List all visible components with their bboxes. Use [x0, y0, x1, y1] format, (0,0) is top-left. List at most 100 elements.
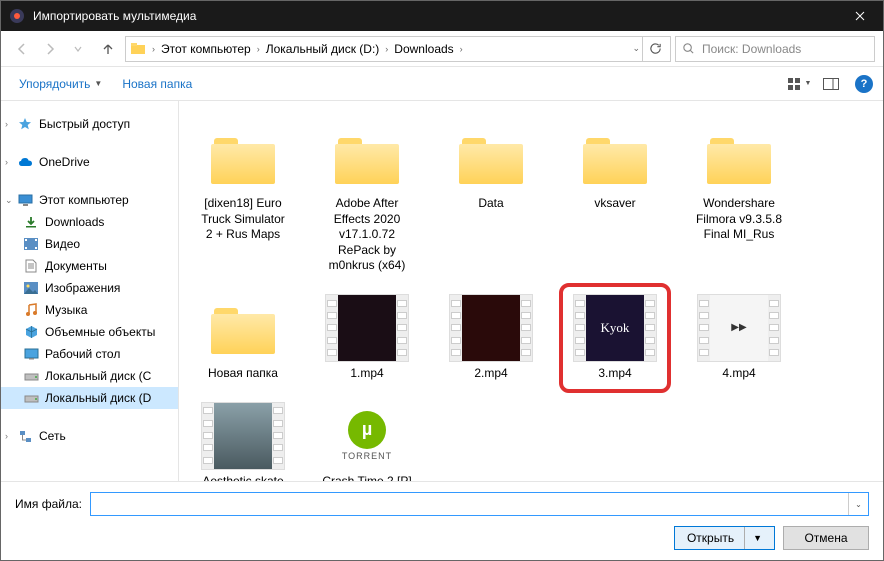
nav-documents[interactable]: Документы — [1, 255, 178, 277]
chevron-down-icon: ▼ — [94, 79, 102, 88]
video-thumbnail — [201, 402, 285, 470]
nav-videos[interactable]: Видео — [1, 233, 178, 255]
video-thumbnail: ▶▶ — [697, 294, 781, 362]
main-area: › Быстрый доступ › OneDrive ⌄ Этот компь… — [1, 101, 883, 481]
drive-icon — [23, 368, 39, 384]
chevron-right-icon[interactable]: › — [5, 157, 8, 167]
nav-label: Локальный диск (C — [45, 369, 151, 383]
video-thumbnail: Kyok — [573, 294, 657, 362]
download-icon — [23, 214, 39, 230]
organize-label: Упорядочить — [19, 77, 90, 91]
nav-label: Сеть — [39, 429, 66, 443]
video-thumbnail — [325, 294, 409, 362]
preview-pane-button[interactable] — [817, 72, 845, 96]
nav-label: Этот компьютер — [39, 193, 129, 207]
cloud-icon — [17, 154, 33, 170]
back-button[interactable] — [9, 36, 35, 62]
titlebar: Импортировать мультимедиа — [1, 1, 883, 31]
chevron-right-icon[interactable]: › — [5, 431, 8, 441]
file-item[interactable]: Wondershare Filmora v9.3.5.8 Final MI_Ru… — [689, 119, 789, 279]
navigation-pane: › Быстрый доступ › OneDrive ⌄ Этот компь… — [1, 101, 179, 481]
file-label: 4.mp4 — [722, 366, 755, 382]
bottom-panel: Имя файла: ⌄ Открыть ▼ Отмена — [1, 481, 883, 560]
nav-quick-access[interactable]: › Быстрый доступ — [1, 113, 178, 135]
file-item[interactable]: 1.mp4 — [317, 289, 417, 387]
folder-icon — [459, 132, 523, 184]
chevron-right-icon[interactable]: › — [5, 119, 8, 129]
file-list[interactable]: [dixen18] Euro Truck Simulator 2 + Rus M… — [179, 101, 883, 481]
crumb-label: Downloads — [394, 42, 453, 56]
nav-music[interactable]: Музыка — [1, 299, 178, 321]
filename-input[interactable] — [91, 493, 848, 515]
file-item[interactable]: ▶▶ 4.mp4 — [689, 289, 789, 387]
nav-network[interactable]: › Сеть — [1, 425, 178, 447]
folder-icon — [211, 302, 275, 354]
toolbar: Упорядочить ▼ Новая папка ▼ ? — [1, 67, 883, 101]
nav-onedrive[interactable]: › OneDrive — [1, 151, 178, 173]
crumb-drive[interactable]: Локальный диск (D:) — [262, 37, 384, 61]
recent-dropdown[interactable] — [65, 36, 91, 62]
file-item[interactable]: Kyok 3.mp4 — [565, 289, 665, 387]
chevron-down-icon[interactable]: ⌄ — [630, 43, 642, 54]
cancel-button[interactable]: Отмена — [783, 526, 869, 550]
drive-icon — [23, 390, 39, 406]
file-label: 3.mp4 — [598, 366, 631, 382]
nav-downloads[interactable]: Downloads — [1, 211, 178, 233]
music-icon — [23, 302, 39, 318]
torrent-icon: µTORRENT — [335, 404, 399, 468]
folder-icon — [211, 132, 275, 184]
nav-label: Downloads — [45, 215, 104, 229]
file-label: Wondershare Filmora v9.3.5.8 Final MI_Ru… — [694, 196, 784, 243]
filename-dropdown[interactable]: ⌄ — [848, 493, 868, 515]
forward-button[interactable] — [37, 36, 63, 62]
chevron-down-icon[interactable]: ⌄ — [5, 195, 13, 206]
file-label: 1.mp4 — [350, 366, 383, 382]
file-label: Aesthetic skate edits.mp4 — [198, 474, 288, 481]
search-input[interactable]: Поиск: Downloads — [675, 36, 875, 62]
chevron-right-icon: › — [255, 44, 262, 54]
search-placeholder: Поиск: Downloads — [702, 42, 801, 56]
cube-icon — [23, 324, 39, 340]
nav-arrows — [9, 36, 91, 62]
folder-icon — [335, 132, 399, 184]
cancel-label: Отмена — [804, 531, 847, 545]
crumb-folder[interactable]: Downloads — [390, 37, 457, 61]
desktop-icon — [23, 346, 39, 362]
organize-button[interactable]: Упорядочить ▼ — [11, 73, 110, 95]
network-icon — [17, 428, 33, 444]
help-button[interactable]: ? — [855, 75, 873, 93]
filename-label: Имя файла: — [15, 497, 82, 511]
chevron-down-icon[interactable]: ▼ — [744, 527, 762, 549]
file-item[interactable]: Adobe After Effects 2020 v17.1.0.72 RePa… — [317, 119, 417, 279]
crumb-this-pc[interactable]: Этот компьютер — [157, 37, 255, 61]
file-item[interactable]: 2.mp4 — [441, 289, 541, 387]
file-item[interactable]: µTORRENTCrash Time 2 [P] [RUS RUS] (2009… — [317, 397, 417, 481]
refresh-button[interactable] — [642, 37, 668, 61]
file-item[interactable]: vksaver — [565, 119, 665, 279]
window-title: Импортировать мультимедиа — [33, 9, 837, 23]
new-folder-button[interactable]: Новая папка — [114, 73, 200, 95]
folder-icon — [707, 132, 771, 184]
file-label: Adobe After Effects 2020 v17.1.0.72 RePa… — [322, 196, 412, 274]
file-item[interactable]: Data — [441, 119, 541, 279]
nav-drive-d[interactable]: Локальный диск (D — [1, 387, 178, 409]
nav-this-pc[interactable]: ⌄ Этот компьютер — [1, 189, 178, 211]
close-button[interactable] — [837, 1, 883, 31]
file-item[interactable]: [dixen18] Euro Truck Simulator 2 + Rus M… — [193, 119, 293, 279]
open-label: Открыть — [687, 531, 734, 545]
file-item[interactable]: Новая папка — [193, 289, 293, 387]
view-options-button[interactable]: ▼ — [785, 72, 813, 96]
open-button[interactable]: Открыть ▼ — [674, 526, 775, 550]
nav-label: Рабочий стол — [45, 347, 120, 361]
breadcrumb[interactable]: › Этот компьютер › Локальный диск (D:) ›… — [125, 36, 671, 62]
up-button[interactable] — [95, 36, 121, 62]
nav-label: Локальный диск (D — [45, 391, 151, 405]
nav-drive-c[interactable]: Локальный диск (C — [1, 365, 178, 387]
app-icon — [9, 8, 25, 24]
address-bar: › Этот компьютер › Локальный диск (D:) ›… — [1, 31, 883, 67]
nav-pictures[interactable]: Изображения — [1, 277, 178, 299]
nav-desktop[interactable]: Рабочий стол — [1, 343, 178, 365]
chevron-down-icon: ⌄ — [855, 500, 862, 509]
nav-3d-objects[interactable]: Объемные объекты — [1, 321, 178, 343]
file-item[interactable]: Aesthetic skate edits.mp4 — [193, 397, 293, 481]
